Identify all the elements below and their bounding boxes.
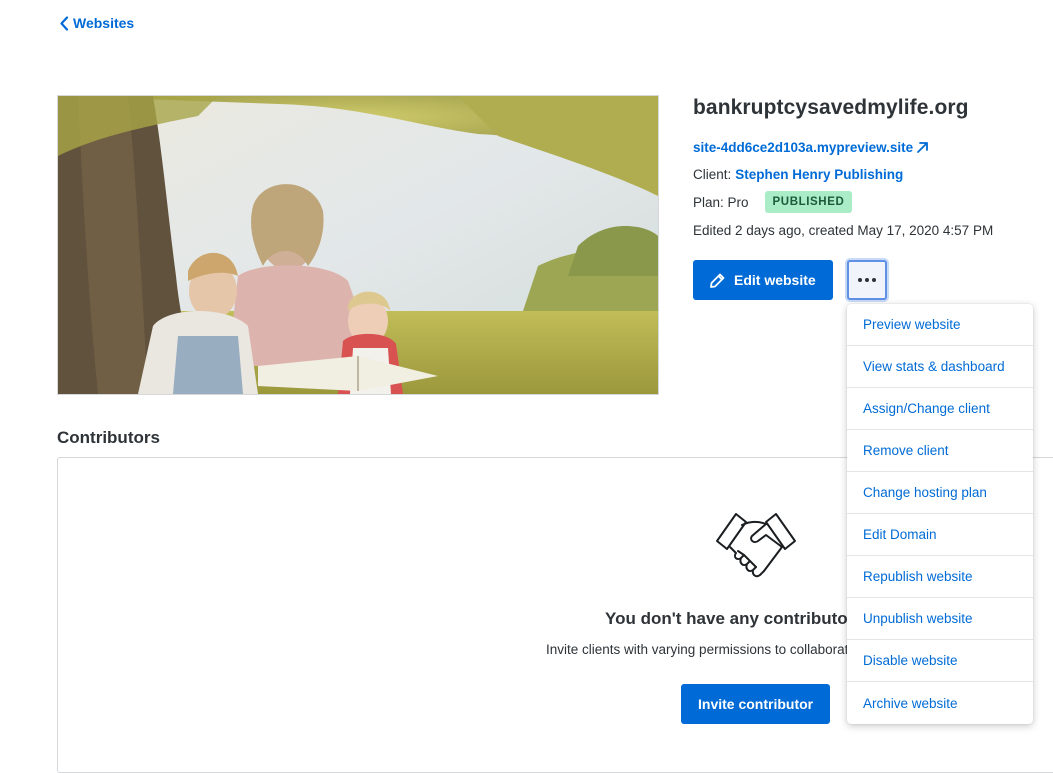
menu-item-edit-domain[interactable]: Edit Domain: [847, 514, 1033, 556]
client-prefix: Client:: [693, 166, 732, 182]
plan-label: Plan: Pro: [693, 194, 749, 210]
site-title: bankruptcysavedmylife.org: [693, 96, 969, 119]
client-line: Client: Stephen Henry Publishing: [693, 165, 1053, 183]
more-horizontal-icon: [857, 278, 862, 282]
website-info: bankruptcysavedmylife.org site-4dd6ce2d1…: [693, 96, 1053, 239]
menu-item-preview-website[interactable]: Preview website: [847, 304, 1033, 346]
client-name-link[interactable]: Stephen Henry Publishing: [735, 167, 903, 182]
menu-item-remove-client[interactable]: Remove client: [847, 430, 1033, 472]
invite-contributor-button[interactable]: Invite contributor: [681, 684, 831, 724]
back-link-label: Websites: [73, 15, 135, 31]
more-actions-button[interactable]: [846, 260, 887, 300]
website-thumbnail: [57, 95, 659, 395]
edit-website-button[interactable]: Edit website: [693, 260, 833, 300]
menu-item-archive-website[interactable]: Archive website: [847, 682, 1033, 724]
status-badge: PUBLISHED: [764, 191, 853, 213]
back-to-websites-link[interactable]: Websites: [59, 15, 134, 31]
menu-item-change-hosting-plan[interactable]: Change hosting plan: [847, 472, 1033, 514]
contributors-heading: Contributors: [57, 428, 160, 447]
preview-url-link[interactable]: site-4dd6ce2d103a.mypreview.site: [693, 140, 1053, 155]
menu-item-unpublish-website[interactable]: Unpublish website: [847, 598, 1033, 640]
menu-item-assign-client[interactable]: Assign/Change client: [847, 388, 1033, 430]
more-actions-menu: Preview website View stats & dashboard A…: [847, 304, 1033, 724]
menu-item-view-stats[interactable]: View stats & dashboard: [847, 346, 1033, 388]
edited-info: Edited 2 days ago, created May 17, 2020 …: [693, 222, 994, 238]
external-link-icon: [917, 142, 929, 153]
menu-item-disable-website[interactable]: Disable website: [847, 640, 1033, 682]
edit-website-label: Edit website: [734, 272, 816, 288]
pencil-icon: [710, 273, 725, 288]
chevron-left-icon: [60, 15, 69, 31]
menu-item-republish-website[interactable]: Republish website: [847, 556, 1033, 598]
preview-url-label: site-4dd6ce2d103a.mypreview.site: [693, 140, 914, 155]
handshake-icon: [716, 513, 796, 578]
plan-line: Plan: Pro PUBLISHED: [693, 191, 1053, 213]
website-actions: Edit website: [693, 260, 887, 300]
